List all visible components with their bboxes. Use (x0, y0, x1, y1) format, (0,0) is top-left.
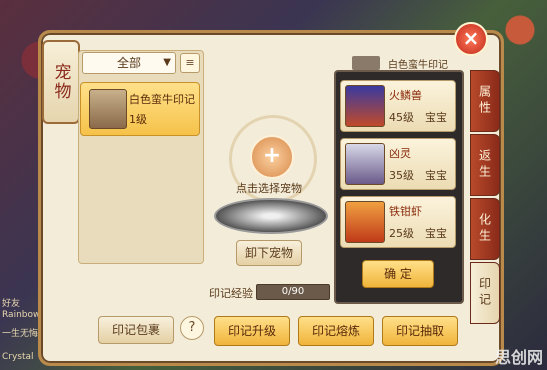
pet-name: 凶灵 (389, 147, 411, 160)
pet-card[interactable]: 凶灵 35级 宝宝 (340, 138, 456, 190)
seal-item-icon (89, 89, 127, 129)
pet-card[interactable]: 铁钳虾 25级 宝宝 (340, 196, 456, 248)
chat-line: Crystal (2, 352, 34, 362)
confirm-button[interactable]: 确 定 (362, 260, 434, 288)
pet-level: 45级 (389, 111, 414, 124)
pet-name: 火鳞兽 (389, 89, 422, 102)
filter-dropdown[interactable]: 全部 ▼ (82, 52, 176, 74)
pet-kind: 宝宝 (425, 169, 447, 182)
item-level: 1级 (129, 113, 147, 126)
pet-kind: 宝宝 (425, 111, 447, 124)
close-icon[interactable]: × (454, 22, 488, 56)
pet-header-icon (352, 56, 380, 70)
pet-card[interactable]: 火鳞兽 45级 宝宝 (340, 80, 456, 132)
add-pet-button[interactable]: + (250, 135, 294, 179)
watermark: 思创网 (495, 348, 544, 367)
seal-bag-button[interactable]: 印记包裹 (98, 316, 174, 344)
pet-level: 25级 (389, 227, 414, 240)
item-name: 白色蛮牛印记 (129, 93, 195, 106)
pick-pet-text: 点击选择宠物 (236, 182, 302, 195)
seal-extract-button[interactable]: 印记抽取 (382, 316, 458, 346)
pet-kind: 宝宝 (425, 227, 447, 240)
list-item[interactable]: 白色蛮牛印记 1级 (80, 82, 200, 136)
pet-platform (214, 198, 328, 234)
tab-attributes[interactable]: 属性 (470, 70, 500, 132)
pet-avatar (345, 85, 385, 127)
chat-line: 好友 (2, 299, 21, 309)
pet-name: 铁钳虾 (389, 205, 422, 218)
tab-transform[interactable]: 化生 (470, 198, 500, 260)
tab-seal[interactable]: 印记 (470, 262, 500, 324)
tab-rebirth[interactable]: 返生 (470, 134, 500, 196)
exp-bar: 0/90 (256, 284, 330, 300)
chat-line: Rainbow (2, 310, 41, 320)
list-icon[interactable]: ≡ (180, 53, 200, 73)
filter-value: 全部 (116, 56, 141, 70)
exp-label: 印记经验 (209, 287, 253, 300)
window-title: 宠物 (42, 40, 80, 124)
pet-avatar (345, 201, 385, 243)
pet-level: 35级 (389, 169, 414, 182)
unload-pet-button[interactable]: 卸下宠物 (236, 240, 302, 266)
chat-line: 一生无悔 (2, 329, 39, 339)
seal-smelt-button[interactable]: 印记熔炼 (298, 316, 374, 346)
pet-avatar (345, 143, 385, 185)
chevron-down-icon: ▼ (163, 57, 171, 68)
seal-upgrade-button[interactable]: 印记升级 (214, 316, 290, 346)
help-icon[interactable]: ? (180, 316, 204, 340)
